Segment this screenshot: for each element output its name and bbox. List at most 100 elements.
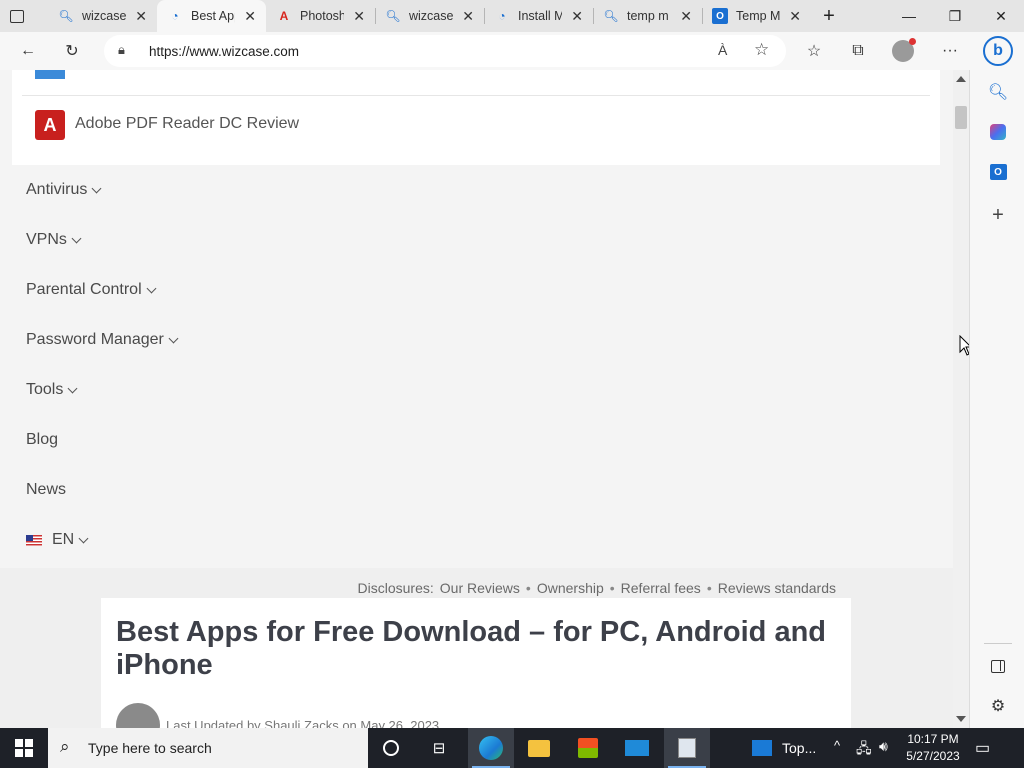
hide-sidebar-button[interactable] [987, 655, 1009, 677]
read-aloud-icon[interactable]: À [718, 42, 727, 58]
close-tab-icon[interactable]: ✕ [680, 8, 692, 25]
close-tab-icon[interactable]: ✕ [244, 8, 256, 25]
link-referral-fees[interactable]: Referral fees [621, 580, 701, 596]
scroll-down-icon[interactable] [956, 716, 966, 722]
new-tab-button[interactable]: + [811, 0, 847, 32]
profile-button[interactable] [890, 38, 916, 64]
nav-password-manager[interactable]: Password Manager [26, 331, 179, 349]
search-icon: 🔍︎ [603, 9, 619, 23]
taskbar-mail[interactable] [614, 728, 660, 768]
cortana-icon [383, 740, 399, 756]
divider [22, 95, 930, 96]
plus-icon: + [992, 203, 1004, 226]
nav-news[interactable]: News [26, 481, 66, 499]
sidebar-settings-button[interactable]: ⚙ [987, 695, 1009, 717]
office-icon [990, 124, 1006, 140]
tab-install[interactable]: ◔ Install M ✕ [484, 0, 593, 32]
nav-tools[interactable]: Tools [26, 381, 78, 399]
menu-item-pdf-reader[interactable]: Adobe PDF Reader DC Review [75, 115, 299, 133]
chevron-down-icon [168, 333, 179, 343]
volume-icon[interactable]: 🔊︎ [879, 738, 888, 755]
task-view-icon: ⊟ [432, 740, 446, 757]
start-button[interactable] [0, 728, 48, 768]
taskbar-edge[interactable] [468, 728, 514, 768]
close-tab-icon[interactable]: ✕ [135, 8, 147, 25]
folder-icon [528, 739, 550, 757]
task-view-button[interactable]: ⊟ [416, 728, 462, 768]
bing-chat-button[interactable]: b [983, 36, 1013, 66]
favorites-button[interactable]: ☆ [801, 38, 827, 64]
article-section: Disclosures: Our Reviews • Ownership • Ref… [0, 568, 953, 728]
nav-vpns[interactable]: VPNs [26, 231, 82, 249]
link-reviews-standards[interactable]: Reviews standards [718, 580, 836, 596]
last-updated-text: Last Updated by Shauli Zacks on May 26, … [166, 718, 440, 728]
address-bar[interactable]: 🔒︎ https://www.wizcase.com À ☆ [104, 35, 786, 67]
loading-icon: ◔ [171, 9, 179, 23]
scroll-up-icon[interactable] [956, 76, 966, 82]
tab-strip: 🔍︎ wizcase ✕ ◔ Best Apps ✕ A Photosh ✕ 🔍… [0, 0, 1024, 32]
link-ownership[interactable]: Ownership [537, 580, 604, 596]
search-icon: 🔍︎ [987, 84, 1009, 101]
tab-temp-mail[interactable]: O Temp M ✕ [702, 0, 811, 32]
network-icon[interactable]: 🖧︎ [856, 738, 872, 762]
loading-icon: ◔ [498, 9, 506, 23]
tab-actions-button[interactable] [0, 0, 48, 32]
tab-best-apps[interactable]: ◔ Best Apps ✕ [157, 0, 266, 32]
windows-logo-icon [15, 739, 33, 757]
show-hidden-icons-button[interactable]: ^ [834, 738, 840, 753]
edge-icon [479, 736, 503, 760]
gear-icon: ⚙ [990, 698, 1006, 715]
settings-more-button[interactable]: ··· [937, 38, 963, 64]
url-text[interactable]: https://www.wizcase.com [149, 44, 299, 59]
refresh-button[interactable]: ↻ [59, 38, 85, 64]
tab-photoshop[interactable]: A Photosh ✕ [266, 0, 375, 32]
sidebar-outlook-button[interactable]: O [987, 161, 1009, 183]
sidebar-divider [984, 643, 1012, 644]
close-tab-icon[interactable]: ✕ [353, 8, 365, 25]
language-selector[interactable]: EN [26, 531, 89, 549]
adobe-icon: A [279, 9, 289, 23]
bing-icon: b [993, 42, 1003, 59]
link-our-reviews[interactable]: Our Reviews [440, 580, 520, 596]
sidebar-search-button[interactable]: 🔍︎ [987, 81, 1009, 103]
nav-parental-control[interactable]: Parental Control [26, 281, 157, 299]
address-toolbar: ← ↻ 🔒︎ https://www.wizcase.com À ☆ ☆ ⧉ … [0, 32, 1024, 70]
add-favorite-icon[interactable]: ☆ [754, 40, 769, 60]
notifications-button[interactable]: ▭ [975, 738, 990, 758]
lock-icon[interactable]: 🔒︎ [118, 42, 125, 58]
notepad-icon [678, 738, 696, 758]
sidebar-office-button[interactable] [987, 121, 1009, 143]
taskbar-store[interactable] [565, 728, 611, 768]
nav-blog[interactable]: Blog [26, 431, 58, 449]
sidebar-add-button[interactable]: + [987, 204, 1009, 226]
back-arrow-icon: ← [20, 42, 36, 59]
store-icon [578, 738, 598, 758]
close-tab-icon[interactable]: ✕ [571, 8, 583, 25]
search-icon: 🔍︎ [58, 9, 74, 23]
page-content: A Adobe PDF Reader DC Review Antivirus V… [0, 70, 953, 728]
back-button[interactable]: ← [15, 38, 41, 64]
restore-button[interactable]: ❐ [932, 0, 978, 32]
taskbar-notepad[interactable] [664, 728, 710, 768]
sidebar-panel-icon [991, 659, 1005, 673]
page-scrollbar[interactable] [953, 70, 969, 728]
nav-antivirus[interactable]: Antivirus [26, 181, 102, 199]
author-avatar[interactable] [116, 703, 160, 728]
cortana-button[interactable] [368, 728, 414, 768]
collections-button[interactable]: ⧉ [845, 38, 871, 64]
search-icon: 🔍︎ [385, 9, 401, 23]
collections-icon: ⧉ [852, 42, 864, 59]
close-tab-icon[interactable]: ✕ [462, 8, 474, 25]
tab-temp-mail-search[interactable]: 🔍︎ temp m ✕ [593, 0, 702, 32]
article-title: Best Apps for Free Download – for PC, An… [116, 616, 827, 681]
scroll-thumb[interactable] [955, 106, 967, 129]
taskbar-clock[interactable]: 10:17 PM 5/27/2023 [900, 731, 966, 765]
taskbar-search-box[interactable]: ⌕ Type here to search [48, 728, 368, 768]
tab-wizcase-1[interactable]: 🔍︎ wizcase ✕ [48, 0, 157, 32]
close-tab-icon[interactable]: ✕ [789, 8, 801, 25]
tab-wizcase-2[interactable]: 🔍︎ wizcase ✕ [375, 0, 484, 32]
taskbar-file-explorer[interactable] [516, 728, 562, 768]
close-window-button[interactable]: ✕ [978, 0, 1024, 32]
news-widget[interactable]: Top... [752, 728, 816, 768]
minimize-button[interactable]: — [886, 0, 932, 32]
